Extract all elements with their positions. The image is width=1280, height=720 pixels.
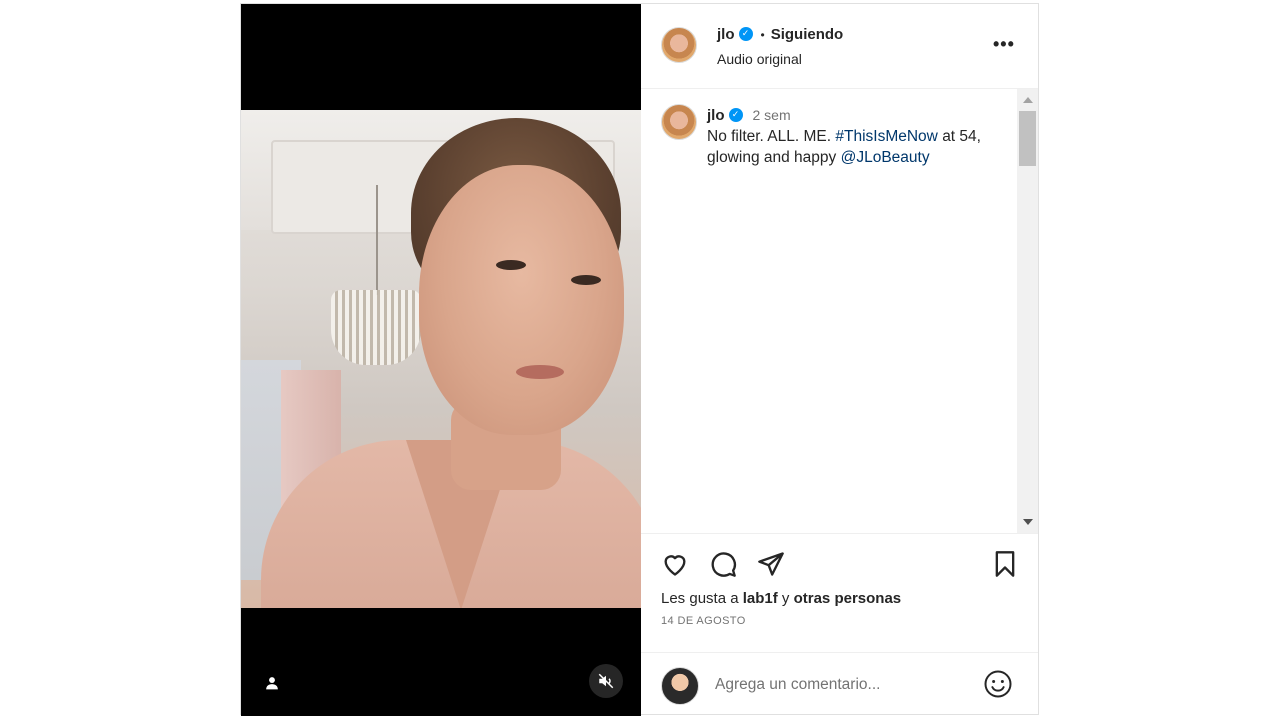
video-player[interactable]	[241, 4, 641, 716]
paper-plane-icon[interactable]	[757, 550, 785, 578]
comments-section: jlo ✓ 2 sem No filter. ALL. ME. #ThisIsMeN…	[641, 89, 1038, 534]
post-header: jlo ✓ • Siguiendo Audio original •••	[641, 4, 1038, 89]
person-face	[419, 165, 624, 435]
bookmark-icon[interactable]	[991, 550, 1019, 578]
post-dialog: jlo ✓ • Siguiendo Audio original ••• jlo…	[240, 3, 1039, 716]
caption-time[interactable]: 2 sem	[753, 107, 791, 123]
audio-link[interactable]: Audio original	[717, 51, 802, 67]
current-user-avatar	[661, 667, 699, 705]
action-bar	[641, 534, 1038, 594]
scroll-thumb[interactable]	[1019, 111, 1036, 166]
likes-summary: Les gusta a lab1f y otras personas	[661, 590, 901, 607]
scrollbar[interactable]	[1017, 89, 1038, 533]
speaker-muted-icon	[598, 673, 614, 689]
likes-user-link[interactable]: lab1f	[743, 590, 778, 607]
heart-icon[interactable]	[661, 550, 689, 578]
verified-badge-icon: ✓	[728, 107, 743, 122]
avatar[interactable]	[661, 27, 697, 63]
caption: jlo ✓ 2 sem No filter. ALL. ME. #ThisIsMeN…	[707, 105, 1007, 168]
caption-text: No filter. ALL. ME.	[707, 128, 832, 145]
comment-icon[interactable]	[709, 550, 737, 578]
caption-username[interactable]: jlo	[707, 107, 725, 124]
scroll-up-arrow-icon[interactable]	[1023, 97, 1033, 103]
emoji-icon[interactable]	[983, 669, 1013, 699]
eye-left	[496, 260, 526, 270]
following-button[interactable]: Siguiendo	[771, 26, 844, 43]
more-options-icon[interactable]: •••	[993, 34, 1015, 55]
mouth	[516, 365, 564, 379]
hashtag-link[interactable]: #ThisIsMeNow	[835, 128, 938, 145]
comment-box	[641, 652, 1038, 715]
mute-button[interactable]	[589, 664, 623, 698]
scroll-down-arrow-icon[interactable]	[1023, 519, 1033, 525]
chandelier-rod	[376, 185, 378, 295]
eye-right	[571, 275, 601, 285]
post-side-panel: jlo ✓ • Siguiendo Audio original ••• jlo…	[641, 4, 1038, 714]
video-frame[interactable]	[241, 110, 641, 608]
separator-dot: •	[760, 27, 765, 42]
user-tag-icon[interactable]	[261, 672, 283, 694]
likes-others-link[interactable]: otras personas	[794, 590, 902, 607]
chandelier	[331, 290, 421, 365]
mention-link[interactable]: @JLoBeauty	[841, 149, 930, 166]
likes-prefix: Les gusta a	[661, 590, 739, 607]
likes-conj: y	[781, 590, 790, 607]
comment-input[interactable]	[713, 673, 977, 697]
verified-badge-icon: ✓	[738, 26, 753, 41]
caption-avatar[interactable]	[661, 104, 697, 140]
username-link[interactable]: jlo	[717, 26, 735, 43]
post-date[interactable]: 14 DE AGOSTO	[661, 615, 746, 627]
